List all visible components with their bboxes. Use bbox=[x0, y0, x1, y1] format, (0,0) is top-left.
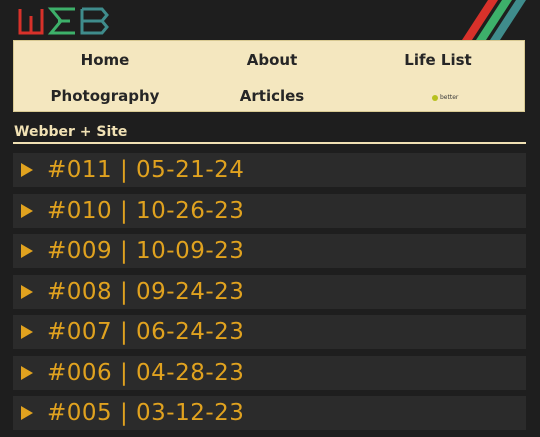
web-logo[interactable] bbox=[18, 6, 110, 36]
site-header bbox=[0, 0, 540, 40]
entry-title: #010 | 10-26-23 bbox=[47, 197, 245, 224]
play-triangle-icon bbox=[21, 203, 33, 218]
entry-list: #011 | 05-21-24 #010 | 10-26-23 #009 | 1… bbox=[13, 153, 526, 437]
entry-title: #007 | 06-24-23 bbox=[47, 319, 245, 345]
play-triangle-icon bbox=[21, 284, 33, 299]
nav-articles[interactable]: Articles bbox=[197, 87, 347, 105]
entry-title: #005 | 03-12-23 bbox=[47, 400, 245, 426]
nav-home[interactable]: Home bbox=[30, 51, 180, 69]
header-stripes-decoration bbox=[462, 0, 526, 40]
play-triangle-icon bbox=[21, 244, 33, 258]
title-divider bbox=[13, 142, 526, 144]
entry-title: #006 | 04-28-23 bbox=[47, 359, 245, 386]
badge-label: better bbox=[440, 94, 459, 101]
better-badge[interactable]: better bbox=[432, 94, 458, 101]
play-triangle-icon bbox=[21, 406, 33, 420]
nav-about[interactable]: About bbox=[197, 51, 347, 69]
entry-item[interactable]: #008 | 09-24-23 bbox=[13, 274, 526, 309]
entry-item[interactable]: #011 | 05-21-24 bbox=[13, 153, 526, 187]
entry-item[interactable]: #009 | 10-09-23 bbox=[13, 234, 526, 268]
entry-item[interactable]: #006 | 04-28-23 bbox=[13, 355, 526, 390]
entry-item[interactable]: #005 | 03-12-23 bbox=[13, 396, 526, 430]
badge-dot-icon bbox=[432, 94, 438, 101]
entry-title: #008 | 09-24-23 bbox=[47, 278, 245, 305]
entry-title: #011 | 05-21-24 bbox=[47, 157, 245, 183]
play-triangle-icon bbox=[21, 365, 33, 380]
entry-title: #009 | 10-09-23 bbox=[47, 238, 245, 264]
entry-item[interactable]: #007 | 06-24-23 bbox=[13, 315, 526, 349]
main-nav: Home About Life List Photography Article… bbox=[13, 40, 525, 112]
play-triangle-icon bbox=[21, 163, 33, 177]
entry-item[interactable]: #010 | 10-26-23 bbox=[13, 193, 526, 228]
play-triangle-icon bbox=[21, 325, 33, 339]
nav-life-list[interactable]: Life List bbox=[363, 51, 513, 69]
site-title: Webber + Site bbox=[14, 124, 128, 140]
nav-photography[interactable]: Photography bbox=[30, 87, 180, 105]
